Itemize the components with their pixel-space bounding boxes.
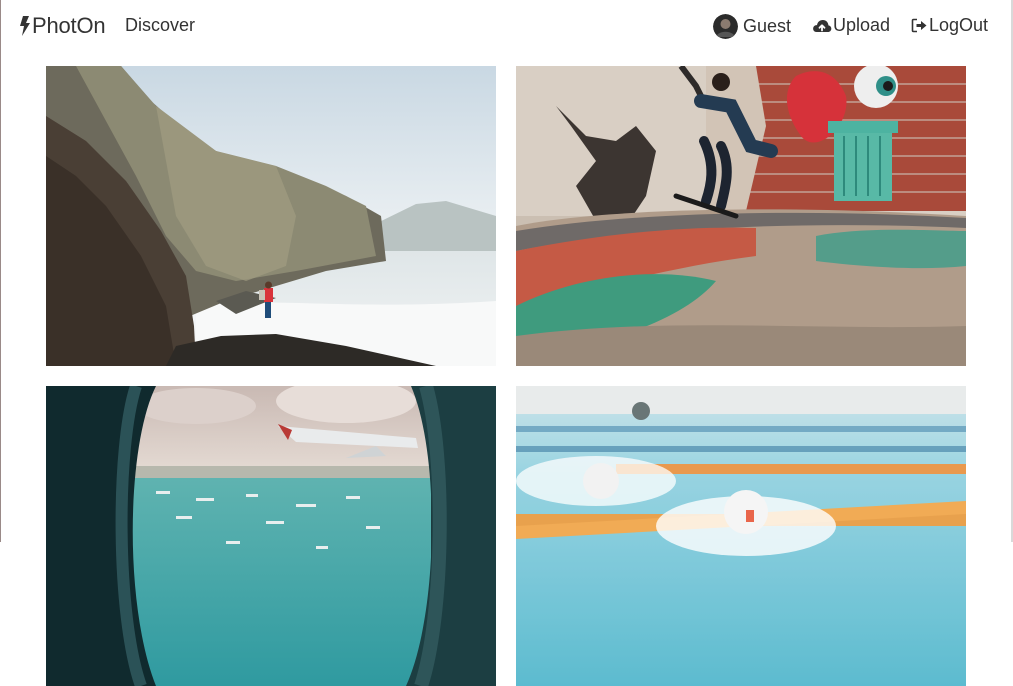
brand-name: PhotOn (32, 13, 106, 38)
bolt-icon (20, 16, 30, 36)
nav-guest-link[interactable]: Guest (713, 14, 791, 39)
nav-discover-link[interactable]: Discover (125, 15, 195, 36)
nav-upload-link[interactable]: Upload (812, 15, 890, 36)
navbar: PhotOn Discover Guest Upload LogOut (0, 0, 1013, 52)
brand-logo-link[interactable]: PhotOn (19, 13, 106, 39)
gallery-photo-skateboarder[interactable] (516, 66, 966, 366)
upload-label: Upload (833, 15, 891, 35)
avatar (713, 14, 738, 39)
sign-out-icon (911, 18, 927, 33)
guest-label: Guest (743, 16, 792, 36)
gallery-photo-cliff-hiker[interactable] (46, 66, 496, 366)
gallery-photo-airplane-window[interactable] (46, 386, 496, 686)
window-left-border (0, 0, 1, 542)
nav-logout-link[interactable]: LogOut (911, 15, 988, 36)
logout-label: LogOut (929, 15, 989, 35)
gallery-photo-swimmers[interactable] (516, 386, 966, 686)
cloud-upload-icon (813, 19, 832, 32)
